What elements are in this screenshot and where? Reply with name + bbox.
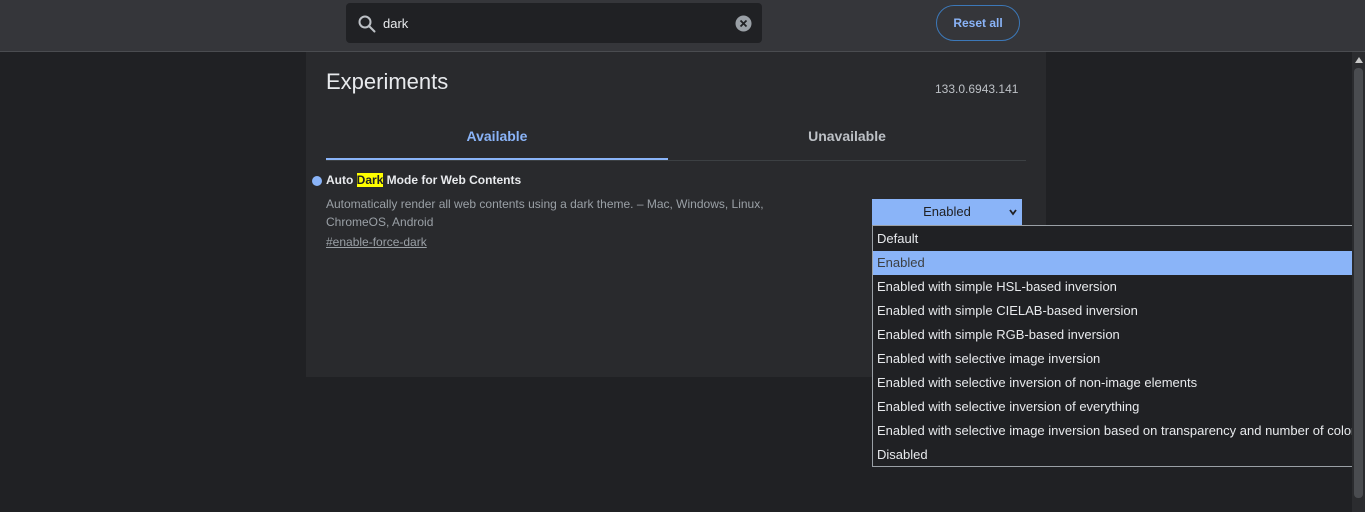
search-box[interactable] xyxy=(346,3,762,43)
version-label: 133.0.6943.141 xyxy=(935,82,1019,96)
option-disabled[interactable]: Disabled xyxy=(873,443,1364,467)
header-bar: Reset all xyxy=(0,0,1365,52)
tab-available[interactable]: Available xyxy=(326,117,668,160)
experiment-title-suffix: Mode for Web Contents xyxy=(383,173,522,187)
experiment-title: Auto Dark Mode for Web Contents xyxy=(326,173,521,187)
experiment-permalink[interactable]: #enable-force-dark xyxy=(326,235,427,249)
chevron-down-icon xyxy=(1009,209,1017,216)
option-selective-non-image-inversion[interactable]: Enabled with selective inversion of non-… xyxy=(873,371,1364,395)
reset-all-button[interactable]: Reset all xyxy=(936,5,1020,41)
option-cielab-inversion[interactable]: Enabled with simple CIELAB-based inversi… xyxy=(873,299,1364,323)
modified-indicator-icon xyxy=(312,176,322,186)
option-default[interactable]: Default xyxy=(873,227,1364,251)
page-title: Experiments xyxy=(326,69,449,94)
option-hsl-inversion[interactable]: Enabled with simple HSL-based inversion xyxy=(873,275,1364,299)
clear-icon[interactable] xyxy=(735,15,752,32)
search-input[interactable] xyxy=(383,12,723,34)
experiment-title-prefix: Auto xyxy=(326,173,357,187)
option-transparency-inversion[interactable]: Enabled with selective image inversion b… xyxy=(873,419,1364,443)
tab-unavailable[interactable]: Unavailable xyxy=(668,117,1026,160)
option-selective-image-inversion[interactable]: Enabled with selective image inversion xyxy=(873,347,1364,371)
page-scrollbar[interactable] xyxy=(1352,52,1365,512)
scroll-up-arrow-icon[interactable] xyxy=(1355,57,1363,63)
search-icon xyxy=(358,15,376,33)
option-rgb-inversion[interactable]: Enabled with simple RGB-based inversion xyxy=(873,323,1364,347)
select-dropdown-list: Default Enabled Enabled with simple HSL-… xyxy=(872,225,1365,467)
select-value: Enabled xyxy=(923,204,971,219)
search-match-highlight: Dark xyxy=(356,173,384,187)
scrollbar-thumb[interactable] xyxy=(1354,68,1363,498)
experiment-description: Automatically render all web contents us… xyxy=(326,197,764,229)
tab-bar: Available Unavailable xyxy=(326,117,1026,161)
experiment-state-select[interactable]: Enabled xyxy=(872,199,1022,225)
option-selective-everything-inversion[interactable]: Enabled with selective inversion of ever… xyxy=(873,395,1364,419)
option-enabled[interactable]: Enabled xyxy=(873,251,1364,275)
